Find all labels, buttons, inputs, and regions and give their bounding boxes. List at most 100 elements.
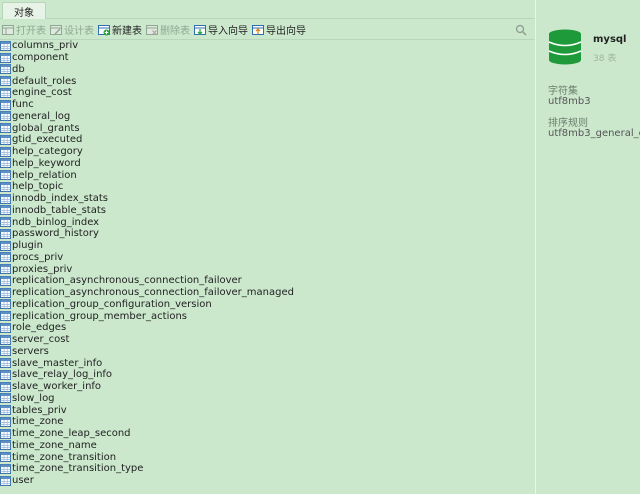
table-name: tables_priv (12, 404, 67, 416)
table-row[interactable]: server_cost (0, 334, 535, 346)
design-table-label: 设计表 (64, 26, 94, 37)
tab-objects[interactable]: 对象 (2, 2, 46, 19)
tab-bar: 对象 (0, 0, 535, 19)
search-icon[interactable] (515, 24, 527, 36)
table-row[interactable]: replication_group_member_actions (0, 310, 535, 322)
table-icon (0, 158, 12, 169)
open-table-button[interactable]: 打开表 (2, 21, 46, 39)
table-row[interactable]: time_zone_leap_second (0, 428, 535, 440)
table-name: time_zone_leap_second (12, 428, 131, 440)
table-row[interactable]: innodb_index_stats (0, 193, 535, 205)
table-row[interactable]: slow_log (0, 393, 535, 405)
table-row[interactable]: help_keyword (0, 158, 535, 170)
table-row[interactable]: slave_master_info (0, 357, 535, 369)
table-name: func (12, 99, 34, 111)
table-row[interactable]: help_category (0, 146, 535, 158)
delete-table-button[interactable]: 删除表 (146, 21, 190, 39)
import-wizard-button[interactable]: 导入向导 (194, 21, 248, 39)
info-panel: mysql 38 表 字符集 utf8mb3 排序规则 utf8mb3_gene… (536, 0, 640, 494)
table-row[interactable]: tables_priv (0, 404, 535, 416)
table-icon (0, 381, 12, 392)
charset-label: 字符集 (548, 86, 578, 97)
table-row[interactable]: time_zone_transition (0, 451, 535, 463)
table-row[interactable]: func (0, 99, 535, 111)
design-table-icon (50, 24, 62, 36)
table-icon (0, 264, 12, 275)
table-row[interactable]: slave_worker_info (0, 381, 535, 393)
table-row[interactable]: columns_priv (0, 40, 535, 52)
table-row[interactable]: time_zone (0, 416, 535, 428)
charset-value: utf8mb3 (548, 96, 591, 107)
database-name: mysql (593, 34, 627, 45)
table-name: slave_worker_info (12, 381, 102, 393)
table-icon (0, 452, 12, 463)
table-name: component (12, 52, 69, 64)
table-name: columns_priv (12, 40, 79, 52)
table-row[interactable]: innodb_table_stats (0, 205, 535, 217)
table-icon (0, 322, 12, 333)
collation-label: 排序规则 (548, 118, 588, 129)
table-icon (0, 369, 12, 380)
table-row[interactable]: help_topic (0, 181, 535, 193)
table-icon (0, 440, 12, 451)
table-row[interactable]: global_grants (0, 122, 535, 134)
table-name: time_zone_transition (12, 451, 117, 463)
table-row[interactable]: general_log (0, 111, 535, 123)
import-wizard-label: 导入向导 (208, 26, 248, 37)
table-row[interactable]: password_history (0, 228, 535, 240)
table-icon (0, 99, 12, 110)
export-wizard-button[interactable]: 导出向导 (252, 21, 306, 39)
table-icon (0, 252, 12, 263)
table-row[interactable]: default_roles (0, 75, 535, 87)
table-icon (0, 275, 12, 286)
table-name: procs_priv (12, 251, 64, 263)
table-icon (0, 193, 12, 204)
table-row[interactable]: help_relation (0, 169, 535, 181)
table-icon (0, 393, 12, 404)
table-row[interactable]: component (0, 52, 535, 64)
table-row[interactable]: user (0, 475, 535, 487)
table-row[interactable]: replication_group_configuration_version (0, 299, 535, 311)
table-name: slave_relay_log_info (12, 369, 113, 381)
collation-value: utf8mb3_general_ci (548, 128, 640, 139)
table-row[interactable]: replication_asynchronous_connection_fail… (0, 287, 535, 299)
table-row[interactable]: gtid_executed (0, 134, 535, 146)
table-row[interactable]: time_zone_name (0, 440, 535, 452)
table-row[interactable]: ndb_binlog_index (0, 216, 535, 228)
table-name: replication_group_member_actions (12, 310, 188, 322)
table-icon (0, 181, 12, 192)
table-name: slow_log (12, 392, 55, 404)
table-icon (0, 428, 12, 439)
table-row[interactable]: db (0, 64, 535, 76)
new-table-label: 新建表 (112, 26, 142, 37)
table-name: ndb_binlog_index (12, 216, 100, 228)
table-name: replication_asynchronous_connection_fail… (12, 287, 294, 299)
table-name: time_zone_name (12, 439, 97, 451)
table-name: default_roles (12, 75, 77, 87)
table-row[interactable]: plugin (0, 240, 535, 252)
table-icon (0, 358, 12, 369)
table-row[interactable]: slave_relay_log_info (0, 369, 535, 381)
table-name: help_topic (12, 181, 64, 193)
new-table-button[interactable]: 新建表 (98, 21, 142, 39)
table-icon (0, 205, 12, 216)
table-row[interactable]: servers (0, 346, 535, 358)
table-name: password_history (12, 228, 99, 240)
table-icon (0, 76, 12, 87)
open-table-icon (2, 24, 14, 36)
table-icon (0, 299, 12, 310)
design-table-button[interactable]: 设计表 (50, 21, 94, 39)
table-name: plugin (12, 240, 43, 252)
table-row[interactable]: replication_asynchronous_connection_fail… (0, 275, 535, 287)
export-wizard-icon (252, 24, 264, 36)
table-name: slave_master_info (12, 357, 103, 369)
table-row[interactable]: time_zone_transition_type (0, 463, 535, 475)
table-name: db (12, 63, 25, 75)
table-row[interactable]: procs_priv (0, 252, 535, 264)
table-row[interactable]: engine_cost (0, 87, 535, 99)
database-icon (548, 29, 582, 68)
table-row[interactable]: proxies_priv (0, 263, 535, 275)
table-row[interactable]: role_edges (0, 322, 535, 334)
table-icon (0, 40, 12, 51)
table-name: help_keyword (12, 157, 81, 169)
